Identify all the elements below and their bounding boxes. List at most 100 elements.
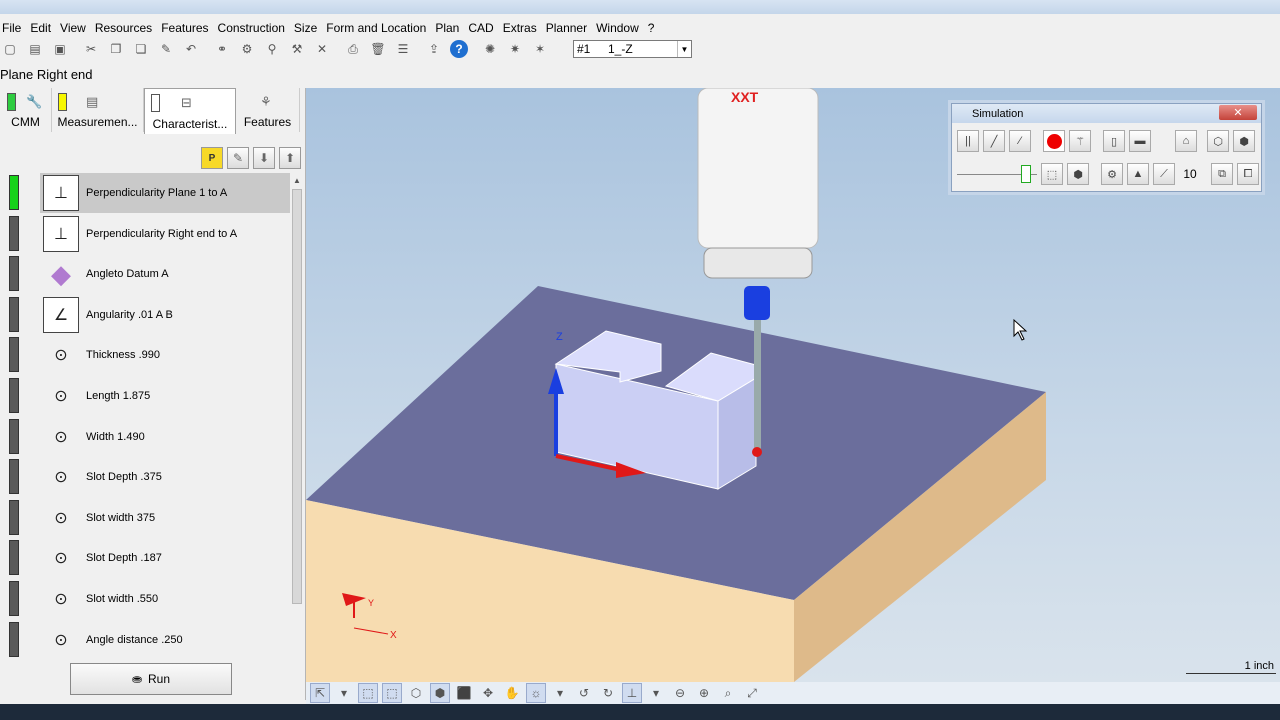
list-item[interactable]: ⊙ Slot Depth .187 bbox=[0, 538, 290, 579]
move-down-button[interactable]: ⬇ bbox=[253, 147, 275, 169]
menu-resources[interactable]: Resources bbox=[92, 21, 158, 35]
print-icon[interactable]: ⎙ bbox=[343, 39, 363, 59]
fixture-icon[interactable]: ⬚ bbox=[1041, 163, 1063, 185]
close-icon[interactable]: ✕ bbox=[1219, 105, 1257, 120]
move-up-button[interactable]: ⬆ bbox=[279, 147, 301, 169]
menu-file[interactable]: File bbox=[0, 21, 27, 35]
scroll-up-icon[interactable]: ▲ bbox=[290, 173, 304, 187]
menu-planner[interactable]: Planner bbox=[543, 21, 593, 35]
list-item-content[interactable]: ⊥ Perpendicularity Right end to A bbox=[40, 214, 290, 254]
list-item[interactable]: ⊥ Perpendicularity Right end to A bbox=[0, 214, 290, 255]
list-item-content[interactable]: ⊙ Slot width 375 bbox=[40, 498, 290, 538]
settings-icon[interactable]: ⚙ bbox=[237, 39, 257, 59]
table-icon[interactable]: ▬ bbox=[1129, 130, 1151, 152]
list-item[interactable]: ⊙ Slot width 375 bbox=[0, 498, 290, 539]
hand-icon[interactable]: ✋ bbox=[502, 683, 522, 703]
wrench-icon[interactable]: ✕ bbox=[312, 39, 332, 59]
shaded-icon[interactable]: ⬛ bbox=[454, 683, 474, 703]
copy-icon[interactable]: ❐ bbox=[106, 39, 126, 59]
tab-measurement[interactable]: ▤ Measuremen... bbox=[52, 88, 144, 132]
sensor-icon[interactable]: ⚙ bbox=[1101, 163, 1123, 185]
list-item[interactable]: ⊙ Length 1.875 bbox=[0, 376, 290, 417]
menu-plan[interactable]: Plan bbox=[432, 21, 465, 35]
delete-icon[interactable]: 🗑 bbox=[368, 39, 388, 59]
list-item[interactable]: ⊙ Angle distance .250 bbox=[0, 620, 290, 661]
report-icon[interactable]: ☰ bbox=[393, 39, 413, 59]
stylus-config-icon[interactable]: ✷ bbox=[505, 39, 525, 59]
list-item[interactable]: ⊥ Perpendicularity Plane 1 to A bbox=[0, 173, 290, 214]
base-icon[interactable]: ▲ bbox=[1127, 163, 1149, 185]
list-item-content[interactable]: ⊙ Slot Depth .187 bbox=[40, 538, 290, 578]
simulation-window[interactable]: Simulation ✕ || ╱ ⁄ ⚚ ▯ ▬ ⌂ ⬡ ⬢ ⬚ ⬢ ⚙ ▲ … bbox=[951, 103, 1262, 192]
device-icon[interactable]: ▯ bbox=[1103, 130, 1125, 152]
help-icon[interactable]: ? bbox=[449, 39, 469, 59]
cut-icon[interactable]: ✂ bbox=[81, 39, 101, 59]
list-item-content[interactable]: ⊥ Perpendicularity Plane 1 to A bbox=[40, 173, 290, 213]
list-item[interactable]: ∠ Angularity .01 A B bbox=[0, 295, 290, 336]
run-button[interactable]: ⛂ Run bbox=[70, 663, 232, 695]
open-icon[interactable]: ▤ bbox=[25, 39, 45, 59]
edit-icon[interactable]: ✎ bbox=[156, 39, 176, 59]
protocol-button[interactable]: P bbox=[201, 147, 223, 169]
list-item-content[interactable]: ⊙ Slot Depth .375 bbox=[40, 457, 290, 497]
select-icon[interactable]: ⇱ bbox=[310, 683, 330, 703]
list-item-content[interactable]: ⊙ Slot width .550 bbox=[40, 579, 290, 619]
menu-extras[interactable]: Extras bbox=[500, 21, 543, 35]
axis-icon[interactable]: ⊥ bbox=[622, 683, 642, 703]
new-icon[interactable]: ▢ bbox=[0, 39, 20, 59]
menu-features[interactable]: Features bbox=[158, 21, 214, 35]
chevron-down-icon[interactable]: ▼ bbox=[677, 41, 691, 57]
list-item-content[interactable]: ⊙ Width 1.490 bbox=[40, 417, 290, 457]
rotate-right-icon[interactable]: ↻ bbox=[598, 683, 618, 703]
tab-characteristics[interactable]: ⊟ Characterist... bbox=[144, 88, 236, 134]
tab-features[interactable]: ⚘ Features bbox=[236, 88, 300, 132]
path-icon[interactable]: ⟋ bbox=[1153, 163, 1175, 185]
chevron-down-icon[interactable]: ▾ bbox=[334, 683, 354, 703]
menu-help[interactable]: ? bbox=[645, 21, 661, 35]
rotate-left-icon[interactable]: ↺ bbox=[574, 683, 594, 703]
menu-view[interactable]: View bbox=[57, 21, 92, 35]
list-item-content[interactable]: ∠ Angularity .01 A B bbox=[40, 295, 290, 335]
list-item-content[interactable]: ⊙ Angle distance .250 bbox=[40, 620, 290, 660]
light-icon[interactable]: ☼ bbox=[526, 683, 546, 703]
speed-slider[interactable] bbox=[957, 163, 1037, 185]
stylus-icon[interactable]: ✺ bbox=[480, 39, 500, 59]
list-item-content[interactable]: ⊙ Thickness .990 bbox=[40, 335, 290, 375]
wireframe-icon[interactable]: ⬢ bbox=[430, 683, 450, 703]
window-icon[interactable]: ⧠ bbox=[1237, 163, 1259, 185]
list-item[interactable]: ◆ Angleto Datum A bbox=[0, 254, 290, 295]
menu-form-and-location[interactable]: Form and Location bbox=[323, 21, 432, 35]
undo-icon[interactable]: ↶ bbox=[181, 39, 201, 59]
zoom-out-icon[interactable]: ⊖ bbox=[670, 683, 690, 703]
zoom-in-icon[interactable]: ⊕ bbox=[694, 683, 714, 703]
step-icon[interactable]: ╱ bbox=[983, 130, 1005, 152]
zoom-icon[interactable]: ⌕ bbox=[718, 683, 738, 703]
menu-size[interactable]: Size bbox=[291, 21, 323, 35]
camera-icon[interactable]: ⧉ bbox=[1211, 163, 1233, 185]
menu-window[interactable]: Window bbox=[593, 21, 645, 35]
clamp-icon[interactable]: ⬢ bbox=[1067, 163, 1089, 185]
list-item[interactable]: ⊙ Slot width .550 bbox=[0, 579, 290, 620]
list-scrollbar[interactable]: ▲ ▼ bbox=[290, 173, 304, 720]
part-view-icon[interactable]: ⬢ bbox=[1233, 130, 1255, 152]
menu-cad[interactable]: CAD bbox=[465, 21, 499, 35]
export-icon[interactable]: ⇪ bbox=[424, 39, 444, 59]
fit-icon[interactable]: ⤢ bbox=[742, 683, 762, 703]
tools-icon[interactable]: ⚒ bbox=[287, 39, 307, 59]
menu-edit[interactable]: Edit bbox=[27, 21, 57, 35]
list-item[interactable]: ⊙ Thickness .990 bbox=[0, 335, 290, 376]
model-icon[interactable]: ⬚ bbox=[358, 683, 378, 703]
list-item[interactable]: ⊙ Slot Depth .375 bbox=[0, 457, 290, 498]
scrollbar-thumb[interactable] bbox=[292, 189, 302, 604]
list-item-content[interactable]: ◆ Angleto Datum A bbox=[40, 254, 290, 294]
feature-icon[interactable]: ⬚ bbox=[382, 683, 402, 703]
probe-select[interactable]: #1 1_-Z ▼ bbox=[573, 40, 692, 58]
list-item[interactable]: ⊙ Width 1.490 bbox=[0, 417, 290, 458]
paste-icon[interactable]: ❏ bbox=[131, 39, 151, 59]
stylus-edit-icon[interactable]: ✶ bbox=[530, 39, 550, 59]
line-icon[interactable]: ⁄ bbox=[1009, 130, 1031, 152]
record-icon[interactable] bbox=[1043, 130, 1065, 152]
pause-icon[interactable]: || bbox=[957, 130, 979, 152]
probe-sim-icon[interactable]: ⚚ bbox=[1069, 130, 1091, 152]
save-icon[interactable]: ▣ bbox=[50, 39, 70, 59]
